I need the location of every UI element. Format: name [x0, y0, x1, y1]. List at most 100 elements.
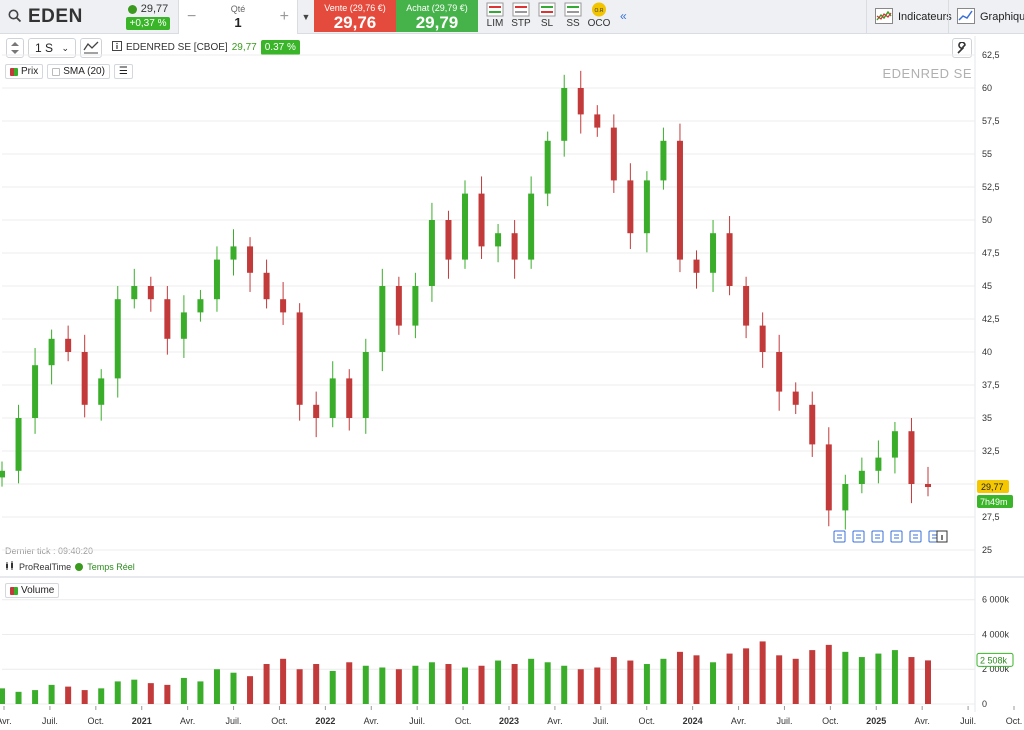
volume-bar: [412, 665, 419, 704]
candle-body: [379, 286, 386, 352]
y-tick-label: 27,5: [982, 512, 1000, 522]
volume-bar: [776, 655, 783, 704]
candle-body: [98, 378, 105, 405]
y-tick-label: 57,5: [982, 116, 1000, 126]
candle-body: [263, 272, 270, 300]
volume-bar: [544, 662, 551, 704]
volume-bar: [362, 665, 369, 704]
price-volume-chart[interactable]: 2527,53032,53537,54042,54547,55052,55557…: [0, 0, 1024, 730]
volume-bar: [610, 657, 617, 704]
volume-bar: [842, 651, 849, 704]
candle-body: [81, 352, 88, 405]
volume-bar: [247, 676, 254, 704]
y-tick-label: 32,5: [982, 446, 1000, 456]
volume-tag-label: 2 508k: [980, 655, 1008, 665]
volume-bar: [428, 662, 435, 704]
x-tick-label: 2023: [499, 716, 519, 726]
y-tick-label: 50: [982, 215, 992, 225]
candle-body: [180, 312, 187, 339]
y-tick-label: 55: [982, 149, 992, 159]
candle-body: [478, 193, 485, 247]
candle-body: [48, 338, 55, 366]
x-tick-label: Juil.: [776, 716, 792, 726]
candle-body: [511, 233, 518, 260]
candle-body: [809, 404, 816, 445]
volume-bar: [230, 672, 237, 704]
x-tick-label: Avr.: [915, 716, 930, 726]
x-tick-label: Juil.: [593, 716, 609, 726]
news-icon: [852, 530, 865, 543]
countdown-label: 7h49m: [980, 497, 1008, 507]
candle-body: [346, 378, 353, 418]
volume-bar: [561, 665, 568, 704]
y-tick-label: 37,5: [982, 380, 1000, 390]
volume-bar: [726, 653, 733, 704]
candle-body: [362, 352, 369, 418]
candle-body: [858, 470, 865, 484]
x-tick-label: Avr.: [364, 716, 379, 726]
volume-bar: [180, 677, 187, 704]
volume-bar: [478, 665, 485, 704]
volume-bar: [296, 669, 303, 704]
volume-bar: [875, 653, 882, 704]
candle-body: [197, 299, 204, 313]
volume-tick-label: 0: [982, 699, 987, 709]
candle-body: [296, 312, 303, 405]
candle-body: [776, 352, 783, 392]
x-tick-label: Avr.: [547, 716, 562, 726]
volume-bar: [792, 658, 799, 704]
volume-bar: [213, 669, 220, 704]
candle-body: [412, 286, 419, 326]
x-tick-label: Oct.: [88, 716, 105, 726]
price-tag-label: 29,77: [981, 482, 1004, 492]
volume-bar: [131, 679, 138, 704]
x-tick-label: Juil.: [226, 716, 242, 726]
volume-bar: [495, 660, 502, 704]
x-tick-label: 2022: [315, 716, 335, 726]
volume-bar: [164, 684, 171, 704]
x-tick-label: 2024: [683, 716, 703, 726]
volume-bar: [197, 681, 204, 704]
candle-body: [908, 431, 915, 484]
volume-bar: [908, 657, 915, 704]
volume-bar: [263, 664, 270, 704]
x-tick-label: Juil.: [960, 716, 976, 726]
candle-body: [726, 233, 733, 286]
x-tick-label: Avr.: [180, 716, 195, 726]
candle-body: [65, 338, 72, 352]
x-tick-label: Oct.: [822, 716, 839, 726]
volume-bar: [48, 684, 55, 704]
x-tick-label: Juil.: [42, 716, 58, 726]
volume-bar: [809, 650, 816, 704]
y-tick-label: 52,5: [982, 182, 1000, 192]
candle-body: [842, 484, 849, 511]
volume-bar: [693, 655, 700, 704]
y-tick-label: 47,5: [982, 248, 1000, 258]
volume-tick-label: 4 000k: [982, 629, 1010, 639]
volume-bar: [511, 664, 518, 704]
volume-bar: [759, 641, 766, 704]
news-icon: [871, 530, 884, 543]
y-tick-label: 40: [982, 347, 992, 357]
candle-body: [114, 299, 121, 379]
news-icon: [890, 530, 903, 543]
x-tick-label: 2021: [132, 716, 152, 726]
candle-body: [280, 299, 287, 313]
candle-body: [875, 457, 882, 471]
candle-body: [445, 220, 452, 260]
volume-bar: [594, 667, 601, 704]
volume-bar: [329, 670, 336, 704]
volume-bar: [313, 664, 320, 704]
candle-body: [0, 470, 5, 478]
candle-body: [462, 193, 468, 260]
volume-bar: [147, 683, 154, 704]
x-tick-label: Juil.: [409, 716, 425, 726]
y-tick-label: 25: [982, 545, 992, 555]
y-tick-label: 45: [982, 281, 992, 291]
volume-bar: [15, 691, 22, 704]
candle-body: [577, 88, 584, 115]
volume-bar: [891, 650, 898, 704]
volume-tick-label: 6 000k: [982, 595, 1010, 605]
x-tick-label: Avr.: [731, 716, 746, 726]
x-tick-label: 2025: [866, 716, 886, 726]
